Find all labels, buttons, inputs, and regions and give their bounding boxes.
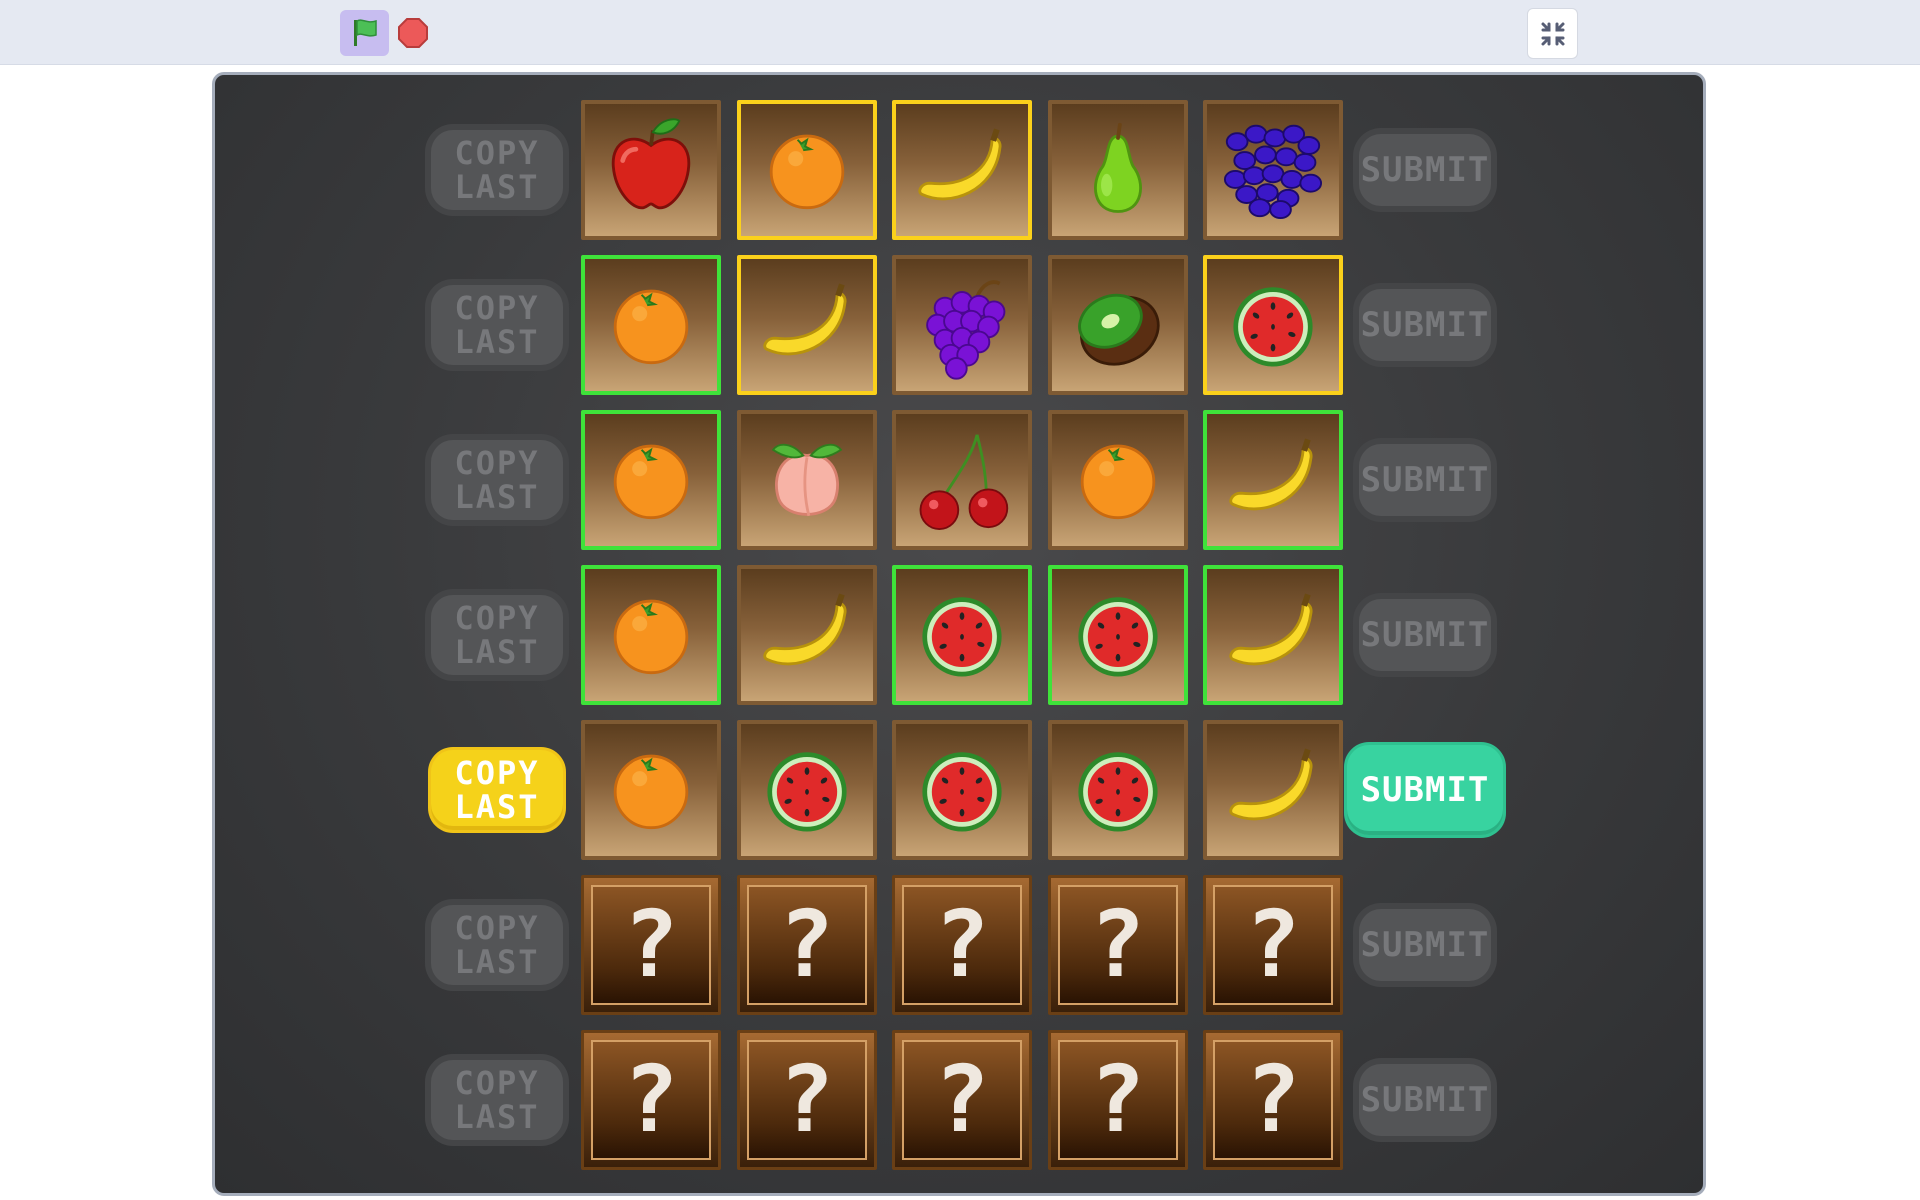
fruit-tile-cherries[interactable] [892,409,1032,550]
grapes-icon [926,279,1006,380]
fruit-tile-kiwi[interactable] [1047,254,1188,395]
orange-icon [613,289,689,364]
apple-icon [611,117,691,209]
hidden-tile[interactable]: ? [736,874,877,1015]
question-mark-icon: ? [1057,1039,1178,1160]
fruit-tile-banana[interactable] [1203,564,1343,705]
peach-icon [771,443,842,516]
banana-icon [762,283,846,355]
hidden-tile[interactable]: ? [1047,874,1188,1015]
question-mark-icon: ? [591,1039,711,1160]
fruit-tile-banana[interactable] [892,99,1032,240]
copy-last-button[interactable]: COPY LAST [431,594,563,675]
watermelon-icon [1077,596,1158,676]
fruit-tile-watermelon[interactable] [1047,564,1188,705]
exit-fullscreen-button[interactable] [1527,8,1578,59]
fruit-tile-watermelon[interactable] [1047,719,1188,860]
fruit-tile-watermelon[interactable] [1203,254,1343,395]
fruit-tile-peach[interactable] [736,409,877,550]
submit-button[interactable]: SUBMIT [1359,288,1491,361]
submit-button[interactable]: SUBMIT [1359,133,1491,206]
fruit-tile-banana[interactable] [1203,719,1343,860]
watermelon-icon [922,751,1002,831]
fruit-tile-blueberries[interactable] [1203,99,1343,240]
hidden-tile[interactable]: ? [736,1029,877,1170]
copy-last-button[interactable]: COPY LAST [431,129,563,210]
fruit-tile-orange[interactable] [1047,409,1188,550]
orange-icon [1080,444,1155,519]
fruit-tile-banana[interactable] [1203,409,1343,550]
question-mark-icon: ? [591,884,711,1005]
kiwi-icon [1077,293,1160,366]
hidden-tile[interactable]: ? [1203,874,1343,1015]
orange-icon [613,444,689,519]
submit-button[interactable]: SUBMIT [1359,443,1491,516]
exit-fullscreen-icon [1541,22,1564,45]
question-mark-icon: ? [902,884,1022,1005]
fruit-tile-pear[interactable] [1047,99,1188,240]
question-mark-icon: ? [902,1039,1022,1160]
watermelon-icon [766,751,847,831]
fruit-tile-watermelon[interactable] [892,564,1032,705]
question-mark-icon: ? [746,1039,867,1160]
copy-last-button[interactable]: COPY LAST [431,904,563,985]
hidden-tile[interactable]: ? [892,874,1032,1015]
watermelon-icon [1077,751,1158,831]
fruit-tile-orange[interactable] [581,254,721,395]
submit-button[interactable]: SUBMIT [1347,744,1503,835]
submit-button[interactable]: SUBMIT [1359,598,1491,671]
fruit-tile-banana[interactable] [736,254,877,395]
player-toolbar [0,0,1920,65]
banana-icon [1229,593,1313,665]
banana-icon [918,128,1002,200]
hidden-tile[interactable]: ? [1047,1029,1188,1170]
pear-icon [1093,122,1142,213]
submit-button[interactable]: SUBMIT [1359,1063,1491,1136]
watermelon-icon [922,596,1002,676]
fruit-tile-banana[interactable] [736,564,877,705]
orange-icon [613,599,689,674]
green-flag-button[interactable] [340,10,389,56]
stop-button[interactable] [397,17,429,49]
submit-button[interactable]: SUBMIT [1359,908,1491,981]
fruit-tile-orange[interactable] [736,99,877,240]
fruit-tile-orange[interactable] [581,409,721,550]
fruit-tile-orange[interactable] [581,564,721,705]
hidden-tile[interactable]: ? [581,874,721,1015]
fruit-tile-apple[interactable] [581,99,721,240]
cherries-icon [919,433,1009,530]
stop-sign-icon [398,18,428,48]
question-mark-icon: ? [1057,884,1178,1005]
copy-last-button[interactable]: COPY LAST [431,749,563,830]
hidden-tile[interactable]: ? [1203,1029,1343,1170]
banana-icon [762,593,846,665]
hidden-tile[interactable]: ? [892,1029,1032,1170]
fruit-tile-grapes[interactable] [892,254,1032,395]
fruit-tile-orange[interactable] [581,719,721,860]
game-stage: COPY LAST SUBMIT COPY LAST SUBMIT COPY L… [212,72,1706,1196]
watermelon-icon [1233,286,1313,366]
fruit-tile-watermelon[interactable] [736,719,877,860]
green-flag-icon [353,19,377,46]
copy-last-button[interactable]: COPY LAST [431,284,563,365]
question-mark-icon: ? [746,884,867,1005]
blueberries-icon [1223,124,1323,219]
copy-last-button[interactable]: COPY LAST [431,439,563,520]
question-mark-icon: ? [1213,884,1333,1005]
question-mark-icon: ? [1213,1039,1333,1160]
banana-icon [1229,748,1313,820]
hidden-tile[interactable]: ? [581,1029,721,1170]
banana-icon [1229,438,1313,510]
copy-last-button[interactable]: COPY LAST [431,1059,563,1140]
orange-icon [613,754,689,829]
fruit-tile-watermelon[interactable] [892,719,1032,860]
orange-icon [769,134,844,209]
